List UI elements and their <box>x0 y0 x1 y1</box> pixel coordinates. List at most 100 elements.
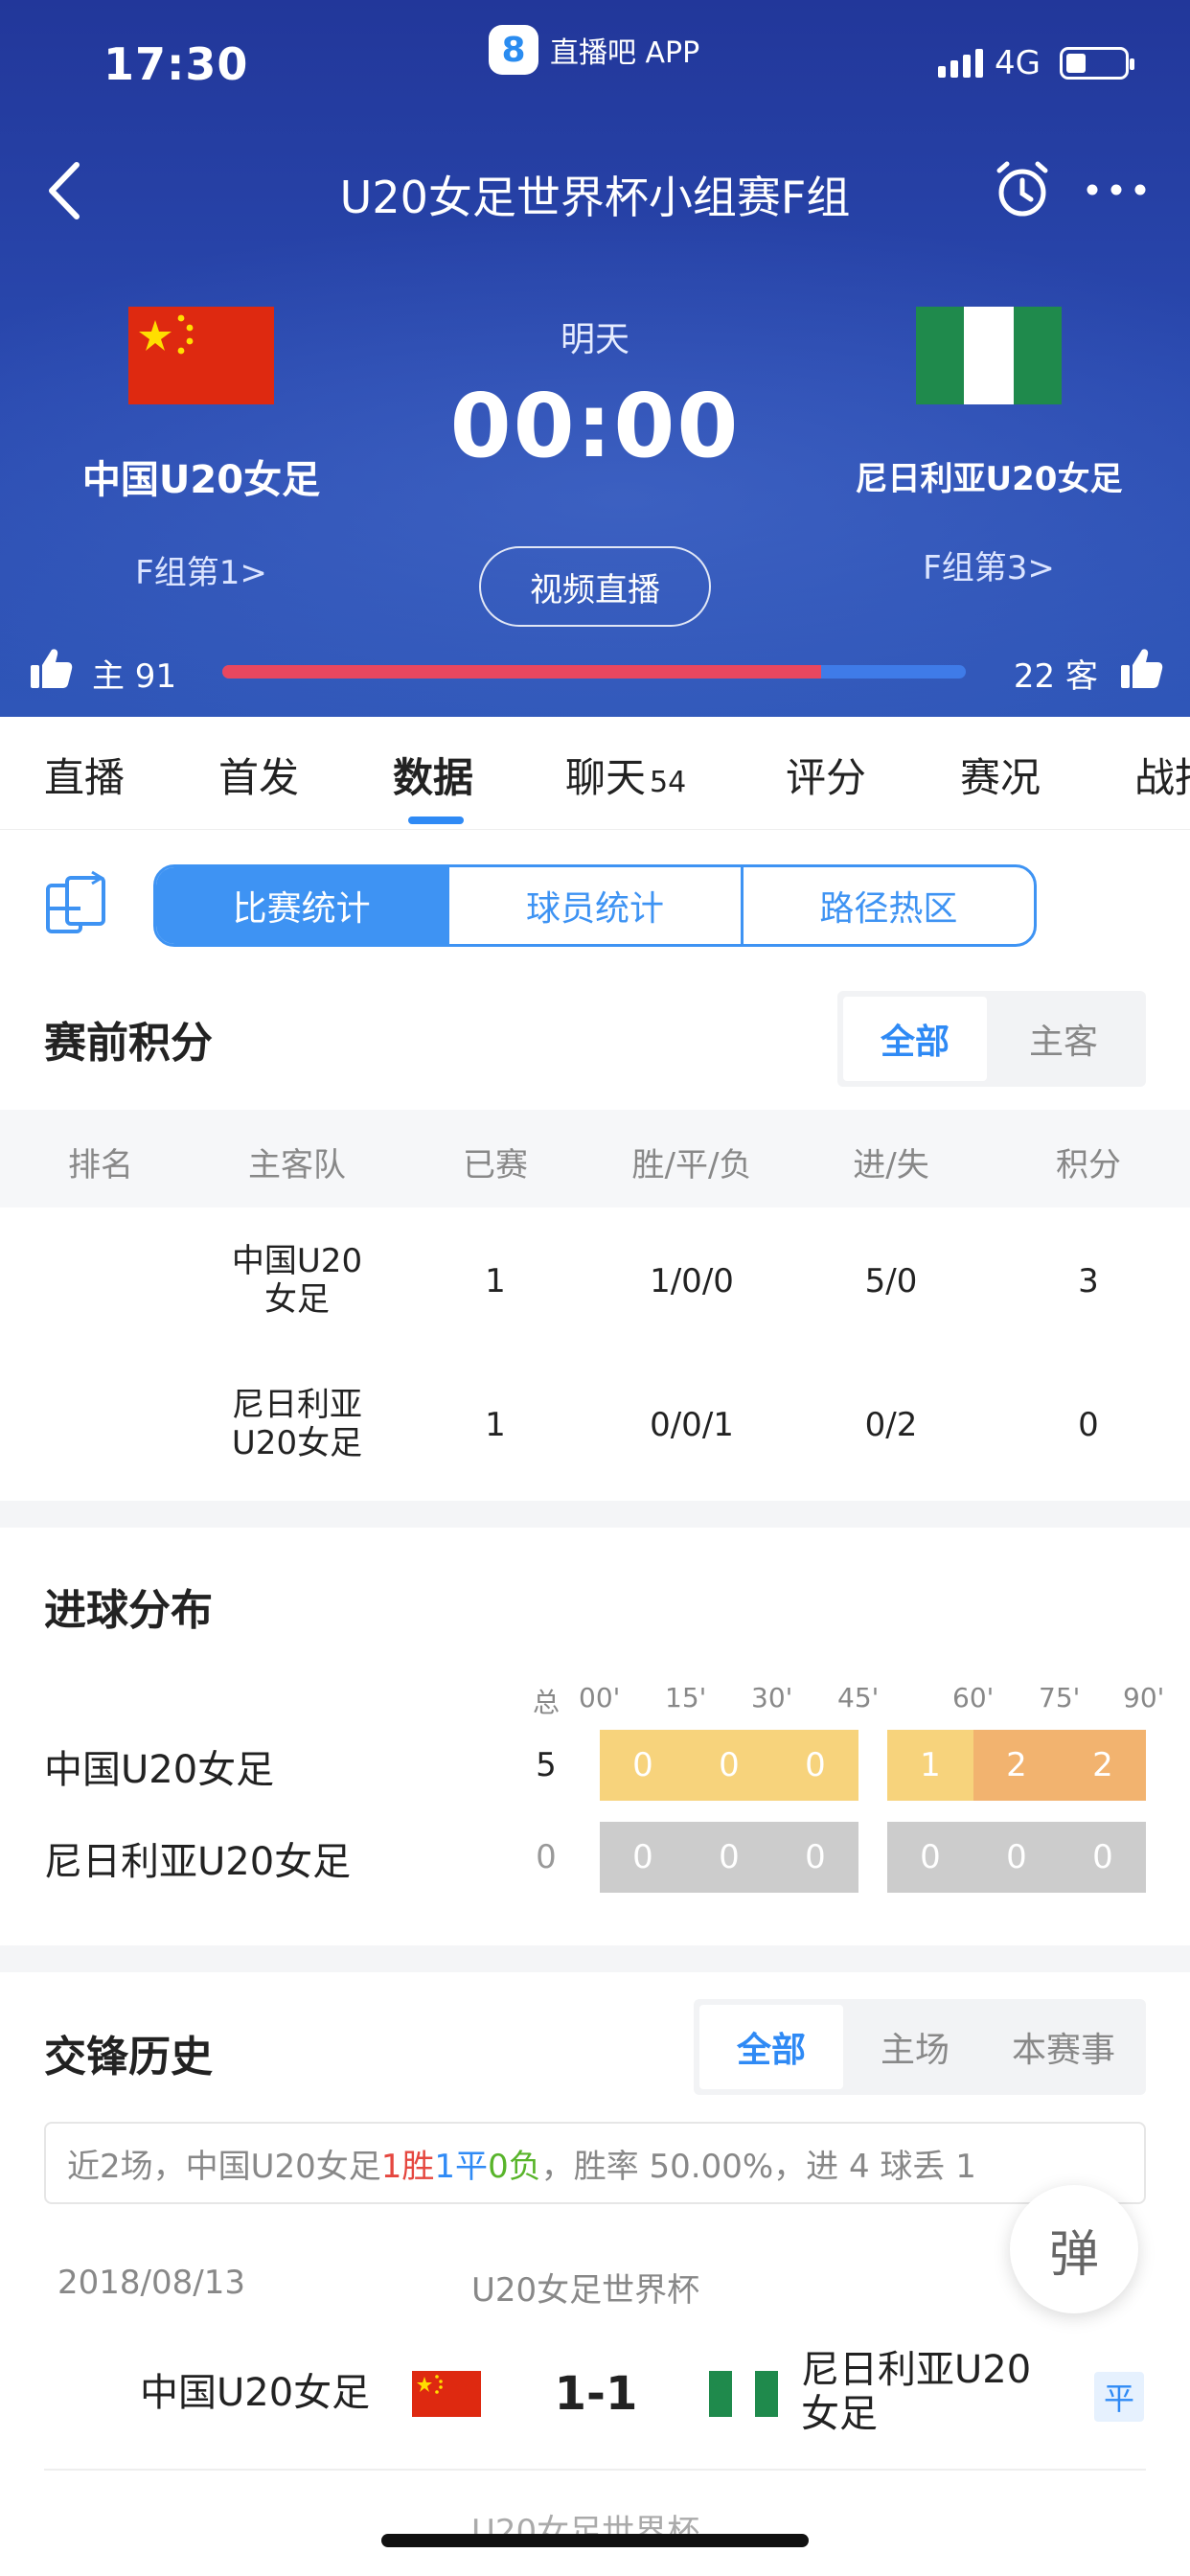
summary-wins: 1胜 <box>380 2147 435 2186</box>
seg-match-stats[interactable]: 比赛统计 <box>156 867 450 944</box>
switch-view-icon[interactable] <box>42 870 111 939</box>
network-type: 4G <box>995 44 1041 82</box>
standings-wdl: 1/0/0 <box>650 1262 734 1300</box>
goal-col-total: 总 <box>533 1687 561 1718</box>
app-logo-icon: 8 <box>489 25 538 75</box>
nigeria-flag-icon <box>916 307 1062 404</box>
goal-second-half: 0 0 0 <box>887 1822 1146 1893</box>
goal-cell: 0 <box>632 1838 653 1876</box>
standings-points: 3 <box>1078 1262 1099 1300</box>
seg-player-stats[interactable]: 球员统计 <box>449 867 744 944</box>
tab-report[interactable]: 战报 <box>1134 746 1190 804</box>
standings-played: 1 <box>485 1406 506 1444</box>
away-vote-count: 22 客 <box>1013 657 1098 696</box>
history-toggle: 全部 主场 本赛事 <box>694 1999 1146 2095</box>
vote-ratio-home-fill <box>222 665 821 678</box>
col-points: 积分 <box>1056 1146 1121 1184</box>
goal-cell: 2 <box>973 1730 1060 1801</box>
danmu-button[interactable]: 弹 <box>1010 2185 1138 2313</box>
tab-chat[interactable]: 聊天 54 <box>565 746 686 804</box>
active-tab-indicator <box>408 816 464 824</box>
tab-chat-label: 聊天 <box>565 754 647 801</box>
standings-team-name: 中国U20 女足 <box>231 1242 363 1319</box>
goal-second-half: 1 2 2 <box>887 1730 1146 1801</box>
goal-first-half: 0 0 0 <box>600 1730 858 1801</box>
row-divider <box>44 2469 1146 2471</box>
goal-first-half: 0 0 0 <box>600 1822 858 1893</box>
tab-data[interactable]: 数据 <box>393 746 473 804</box>
standings-toggle-all[interactable]: 全部 <box>843 997 987 1081</box>
match-time-block: 明天 00:00 <box>402 311 788 477</box>
home-team[interactable]: 中国U20女足 F组第1> <box>0 307 402 593</box>
history-away-team: 尼日利亚U20 女足 <box>801 2348 1031 2436</box>
goal-cell: 1 <box>887 1730 973 1801</box>
goal-col-45: 45' <box>837 1682 880 1714</box>
goal-cell: 0 <box>1006 1838 1027 1876</box>
tab-lineup[interactable]: 首发 <box>218 746 299 804</box>
standings-wdl: 0/0/1 <box>650 1406 734 1444</box>
away-team[interactable]: 尼日利亚U20女足 F组第3> <box>788 307 1190 588</box>
more-dots-icon[interactable] <box>1083 171 1150 209</box>
goal-col-00: 00' <box>579 1682 621 1714</box>
home-vote-count: 主 91 <box>92 657 177 696</box>
tab-chat-badge: 54 <box>650 766 687 799</box>
home-thumbs-up-icon[interactable] <box>29 646 73 690</box>
history-toggle-all[interactable]: 全部 <box>699 2005 843 2089</box>
home-team-rank-link[interactable]: F组第1> <box>0 546 402 593</box>
goal-col-75: 75' <box>1039 1682 1081 1714</box>
vote-ratio-bar <box>222 665 966 678</box>
history-result-badge: 平 <box>1094 2372 1144 2422</box>
goal-team-name: 尼日利亚U20女足 <box>44 1840 352 1884</box>
app-badge: 8 直播吧 APP <box>489 25 699 75</box>
goal-col-15: 15' <box>665 1682 707 1714</box>
status-indicators: 4G <box>938 44 1134 82</box>
alarm-clock-icon[interactable] <box>992 159 1053 220</box>
standings-row[interactable]: 中国U20 女足 1 1/0/0 5/0 3 <box>0 1209 1190 1353</box>
standings-header: 排名 主客队 已赛 胜/平/负 进/失 积分 <box>0 1110 1190 1208</box>
standings-row[interactable]: 尼日利亚 U20女足 1 0/0/1 0/2 0 <box>0 1353 1190 1497</box>
away-team-rank-link[interactable]: F组第3> <box>788 541 1190 588</box>
col-team: 主客队 <box>248 1146 346 1184</box>
goal-col-60: 60' <box>952 1682 995 1714</box>
goal-cell: 0 <box>719 1838 740 1876</box>
standings-goals: 0/2 <box>864 1406 918 1444</box>
history-away-team-line1: 尼日利亚U20 <box>801 2348 1032 2392</box>
history-title: 交锋历史 <box>44 2033 213 2082</box>
goal-total: 0 <box>536 1838 557 1876</box>
goal-total: 5 <box>536 1746 557 1784</box>
history-toggle-competition[interactable]: 本赛事 <box>987 2005 1140 2089</box>
nav-bar: U20女足世界杯小组赛F组 <box>0 144 1190 240</box>
summary-losses: 0负 <box>488 2147 541 2186</box>
video-live-button[interactable]: 视频直播 <box>479 546 711 627</box>
col-wdl: 胜/平/负 <box>631 1146 752 1184</box>
col-rank: 排名 <box>68 1146 133 1184</box>
goal-cell: 2 <box>1060 1730 1146 1801</box>
tab-situation[interactable]: 赛况 <box>960 746 1041 804</box>
away-team-name: 尼日利亚U20女足 <box>855 460 1123 498</box>
home-team-name: 中国U20女足 <box>81 458 321 502</box>
match-tabs: 直播 首发 数据 聊天54 评分 赛况 战报 <box>0 717 1190 830</box>
section-divider <box>0 1501 1190 1528</box>
history-toggle-home[interactable]: 主场 <box>843 2005 987 2089</box>
goal-team-name: 中国U20女足 <box>44 1748 275 1792</box>
goal-cell: 0 <box>1092 1838 1113 1876</box>
goal-col-30: 30' <box>751 1682 793 1714</box>
tab-live[interactable]: 直播 <box>44 746 125 804</box>
match-day: 明天 <box>560 320 629 359</box>
tab-rating[interactable]: 评分 <box>786 746 866 804</box>
section-divider <box>0 1945 1190 1972</box>
signal-icon <box>938 49 984 78</box>
standings-goals: 5/0 <box>864 1262 918 1300</box>
history-match-competition: U20女足世界杯 <box>471 2271 700 2310</box>
standings-toggle-home-away[interactable]: 主客 <box>987 997 1140 1081</box>
standings-toggle: 全部 主客 <box>837 991 1146 1087</box>
seg-heatmap[interactable]: 路径热区 <box>744 867 1034 944</box>
away-thumbs-up-icon[interactable] <box>1119 646 1163 690</box>
standings-points: 0 <box>1078 1406 1099 1444</box>
home-indicator[interactable] <box>381 2534 809 2547</box>
support-vote-row: 主 91 22 客 <box>0 644 1190 702</box>
standings-title: 赛前积分 <box>44 1019 213 1068</box>
china-flag-icon <box>412 2371 481 2417</box>
stats-segmented-control: 比赛统计 球员统计 路径热区 <box>153 864 1037 947</box>
china-flag-icon <box>128 307 274 404</box>
